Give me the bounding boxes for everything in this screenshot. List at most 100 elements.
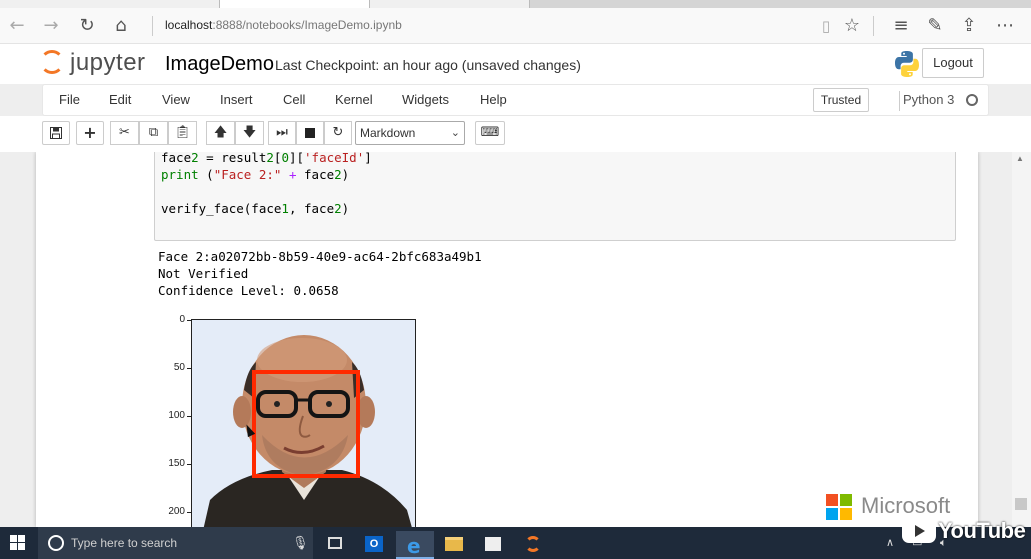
tray-chevron-up-icon[interactable]: ∧: [886, 536, 894, 549]
output-line: Not Verified: [158, 266, 249, 281]
menu-widgets[interactable]: Widgets: [402, 92, 449, 107]
menu-view[interactable]: View: [162, 92, 190, 107]
notebook-page: face2 = result2[0]['faceId'] print ("Fac…: [36, 152, 978, 527]
windows-start-icon[interactable]: [10, 535, 26, 551]
insert-cell-plus-icon[interactable]: +: [76, 121, 104, 145]
jupyter-logo[interactable]: jupyter: [40, 48, 156, 80]
microphone-icon[interactable]: 🎙︎: [292, 535, 309, 551]
hub-icon[interactable]: ≡: [888, 14, 914, 38]
menu-bar: File Edit View Insert Cell Kernel Widget…: [42, 84, 989, 116]
microsoft-wordmark: Microsoft: [861, 493, 951, 518]
kernel-name[interactable]: Python 3: [903, 92, 954, 107]
menu-file[interactable]: File: [59, 92, 80, 107]
menu-kernel[interactable]: Kernel: [335, 92, 373, 107]
taskbar-search-box[interactable]: Type here to search 🎙︎: [38, 527, 313, 559]
notebook-name[interactable]: ImageDemo: [165, 53, 274, 76]
url-path: :8888/notebooks/ImageDemo.ipynb: [212, 18, 402, 32]
checkpoint-status: Last Checkpoint: an hour ago (unsaved ch…: [275, 57, 581, 73]
outlook-glyph: O: [365, 536, 383, 552]
move-down-arrow-icon[interactable]: 🡇: [235, 121, 264, 145]
forward-arrow-icon[interactable]: →: [38, 14, 64, 38]
code-cell-input[interactable]: face2 = result2[0]['faceId'] print ("Fac…: [154, 152, 956, 241]
edge-glyph: e: [407, 534, 421, 558]
scroll-up-icon[interactable]: ▲: [1016, 154, 1024, 163]
stop-glyph: [305, 128, 315, 138]
store-icon[interactable]: [474, 531, 512, 559]
chevron-down-icon: ⌄: [450, 127, 460, 139]
keyboard-shortcuts-icon[interactable]: ⌨: [475, 121, 505, 145]
output-line: Face 2:a02072bb-8b59-40e9-ac64-2bfc683a4…: [158, 249, 482, 264]
ms-square: [840, 494, 852, 506]
outlook-icon[interactable]: O: [355, 531, 393, 559]
cut-scissors-icon[interactable]: ✂: [110, 121, 139, 145]
ms-square: [840, 508, 852, 520]
scroll-thumb[interactable]: [1015, 498, 1027, 510]
cell-type-value: Markdown: [360, 126, 416, 140]
browser-tab-strip: [0, 0, 1031, 8]
share-icon[interactable]: ⇪: [956, 14, 982, 38]
browser-tab[interactable]: [0, 0, 220, 8]
y-tick-label: 200: [168, 506, 185, 517]
output-line: Confidence Level: 0.0658: [158, 283, 339, 298]
save-glyph: [50, 127, 62, 139]
jupyter-logo-text: jupyter: [70, 49, 146, 76]
favorite-star-icon[interactable]: ☆: [839, 14, 865, 38]
notebook-toolbar: + ✂ ⧉ 📋︎ 🡅 🡇 ⏭︎ ↻ Markdown ⌄ ⌨: [0, 116, 1031, 152]
portrait-illustration: [192, 320, 415, 527]
address-divider: [873, 16, 874, 36]
code-line-1: face2 = result2[0]['faceId']: [161, 152, 372, 165]
edge-browser-icon[interactable]: e: [396, 531, 434, 559]
task-view-icon[interactable]: [316, 531, 354, 559]
code-editor[interactable]: face2 = result2[0]['faceId'] print ("Fac…: [161, 152, 372, 217]
menu-edit[interactable]: Edit: [109, 92, 131, 107]
notebook-area[interactable]: face2 = result2[0]['faceId'] print ("Fac…: [0, 152, 1031, 527]
search-placeholder: Type here to search: [71, 536, 178, 550]
browser-tab[interactable]: [370, 0, 530, 8]
cortana-icon: [48, 535, 64, 551]
ms-square: [826, 508, 838, 520]
refresh-icon[interactable]: ↻: [74, 14, 100, 38]
back-arrow-icon[interactable]: ←: [4, 14, 30, 38]
page-scrollbar[interactable]: ▲: [1012, 152, 1031, 527]
code-line-4: verify_face(face1, face2): [161, 201, 350, 216]
y-tick-label: 100: [168, 410, 185, 421]
cell-output: Face 2:a02072bb-8b59-40e9-ac64-2bfc683a4…: [158, 248, 482, 299]
win-pane: [18, 543, 25, 550]
store-bag-glyph: [485, 537, 501, 551]
more-icon[interactable]: ⋯: [992, 14, 1018, 38]
home-icon[interactable]: ⌂: [108, 14, 134, 38]
stop-square-icon[interactable]: [296, 121, 324, 145]
browser-tab-active[interactable]: [220, 0, 370, 8]
y-tick-label: 150: [168, 458, 185, 469]
run-step-icon[interactable]: ⏭︎: [268, 121, 296, 145]
y-tick-label: 50: [173, 362, 185, 373]
restart-icon[interactable]: ↻: [324, 121, 352, 145]
browser-address-bar: ← → ↻ ⌂ localhost:8888/notebooks/ImageDe…: [0, 8, 1031, 44]
logout-button[interactable]: Logout: [922, 48, 984, 78]
code-line-2: print ("Face 2:" + face2): [161, 167, 350, 182]
menu-insert[interactable]: Insert: [220, 92, 253, 107]
youtube-watermark: YouTube: [902, 517, 1026, 545]
youtube-play-icon: [902, 519, 936, 543]
kernel-idle-icon: [966, 94, 978, 106]
youtube-wordmark: YouTube: [938, 518, 1026, 543]
save-icon[interactable]: [42, 121, 70, 145]
file-explorer-icon[interactable]: [435, 531, 473, 559]
cell-type-select[interactable]: Markdown ⌄: [355, 121, 465, 145]
url-field[interactable]: localhost:8888/notebooks/ImageDemo.ipynb: [165, 18, 402, 32]
trusted-indicator[interactable]: Trusted: [813, 88, 869, 112]
move-up-arrow-icon[interactable]: 🡅: [206, 121, 235, 145]
jupyter-app-icon[interactable]: [514, 531, 552, 559]
menu-help[interactable]: Help: [480, 92, 507, 107]
win-pane: [10, 535, 17, 542]
pen-icon[interactable]: ✎: [922, 14, 948, 38]
reading-view-icon[interactable]: ▯: [813, 14, 839, 38]
windows-taskbar: Type here to search 🎙︎ O e ∧ ▭ 🔈︎: [0, 527, 1031, 559]
folder-glyph: [445, 537, 463, 551]
jupyter-app-glyph: [525, 536, 541, 552]
jupyter-logo-icon: [40, 50, 64, 74]
menu-cell[interactable]: Cell: [283, 92, 305, 107]
copy-icon[interactable]: ⧉: [139, 121, 168, 145]
win-pane: [10, 543, 17, 550]
paste-icon[interactable]: 📋︎: [168, 121, 197, 145]
